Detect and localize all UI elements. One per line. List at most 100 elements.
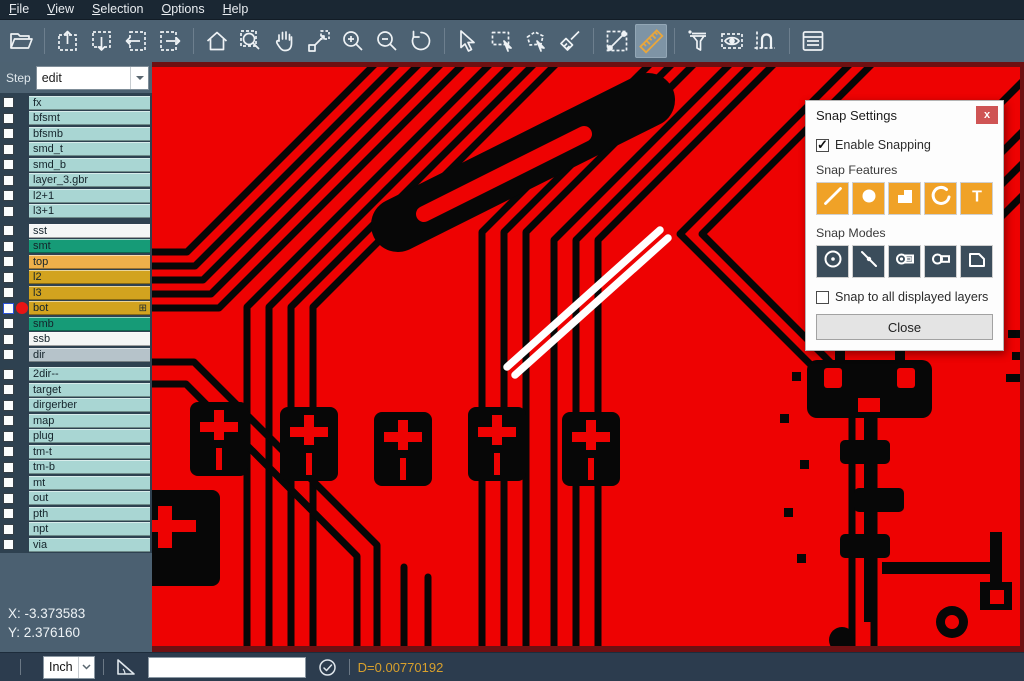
layer-visibility-checkbox[interactable] (3, 524, 14, 535)
layer-row[interactable]: smd_t ⊞ (0, 142, 152, 158)
layer-color-bar[interactable]: tm-t ⊞ (29, 445, 150, 459)
layer-visibility-checkbox[interactable] (3, 446, 14, 457)
layer-visibility-checkbox[interactable] (3, 225, 14, 236)
filter-button[interactable] (682, 24, 714, 58)
layer-row[interactable]: 2dir-- ⊞ (0, 367, 152, 383)
layer-row[interactable]: mt ⊞ (0, 475, 152, 491)
layer-visibility-checkbox[interactable] (3, 241, 14, 252)
import-file-button[interactable] (52, 24, 84, 58)
layer-row[interactable]: via ⊞ (0, 537, 152, 553)
layer-visibility-checkbox[interactable] (3, 256, 14, 267)
menu-help[interactable]: Help (214, 0, 258, 19)
ruler-button[interactable] (635, 24, 667, 58)
layer-color-bar[interactable]: mt ⊞ (29, 476, 150, 490)
move-right-button[interactable] (154, 24, 186, 58)
select-arrow-button[interactable] (452, 24, 484, 58)
layer-visibility-checkbox[interactable] (3, 334, 14, 345)
layer-color-bar[interactable]: top ⊞ (29, 255, 150, 269)
home-button[interactable] (201, 24, 233, 58)
layer-color-bar[interactable]: bfsmb ⊞ (29, 127, 150, 141)
measure-path-button[interactable] (750, 24, 782, 58)
move-left-button[interactable] (120, 24, 152, 58)
layer-color-bar[interactable]: 2dir-- ⊞ (29, 367, 150, 381)
layer-visibility-checkbox[interactable] (3, 128, 14, 139)
layer-visibility-checkbox[interactable] (3, 318, 14, 329)
layer-color-bar[interactable]: ssb ⊞ (29, 332, 150, 346)
layer-color-bar[interactable]: npt ⊞ (29, 522, 150, 536)
zoom-out-button[interactable] (371, 24, 403, 58)
snap-mode-center-button[interactable] (816, 245, 849, 278)
layer-row[interactable]: dir ⊞ (0, 347, 152, 363)
layer-color-bar[interactable]: l3 ⊞ (29, 286, 150, 300)
zoom-area-button[interactable] (235, 24, 267, 58)
layer-color-bar[interactable]: fx ⊞ (29, 96, 150, 110)
snap-feature-surface-button[interactable] (888, 182, 921, 215)
layer-color-bar[interactable]: out ⊞ (29, 491, 150, 505)
sync-check-icon[interactable] (318, 658, 337, 677)
measure-input[interactable] (148, 657, 306, 678)
layer-color-bar[interactable]: bfsmt ⊞ (29, 111, 150, 125)
transform-button[interactable] (303, 24, 335, 58)
layer-row[interactable]: l3 ⊞ (0, 285, 152, 301)
layer-color-bar[interactable]: tm-b ⊞ (29, 460, 150, 474)
unit-select[interactable]: Inch (43, 656, 95, 679)
export-file-button[interactable] (86, 24, 118, 58)
layer-row[interactable]: smd_b ⊞ (0, 157, 152, 173)
step-select[interactable]: edit (36, 66, 149, 90)
layer-row[interactable]: sst ⊞ (0, 223, 152, 239)
layer-visibility-checkbox[interactable] (3, 539, 14, 550)
layer-visibility-checkbox[interactable] (3, 113, 14, 124)
dialog-titlebar[interactable]: Snap Settings x (806, 101, 1003, 128)
menu-view[interactable]: View (38, 0, 83, 19)
layer-color-bar[interactable]: l2 ⊞ (29, 270, 150, 284)
layer-row[interactable]: ssb ⊞ (0, 332, 152, 348)
layer-color-bar[interactable]: bot ⊞ (29, 301, 150, 315)
layer-row[interactable]: smb ⊞ (0, 316, 152, 332)
layer-row[interactable]: fx ⊞ (0, 95, 152, 111)
layer-visibility-checkbox[interactable] (3, 175, 14, 186)
snap-mode-pad-slot-button[interactable] (888, 245, 921, 278)
rect-select-button[interactable] (486, 24, 518, 58)
layer-visibility-checkbox[interactable] (3, 462, 14, 473)
layer-visibility-checkbox[interactable] (3, 97, 14, 108)
layer-visibility-checkbox[interactable] (3, 400, 14, 411)
layer-color-bar[interactable]: l3+1 ⊞ (29, 204, 150, 218)
view-area-button[interactable] (716, 24, 748, 58)
layer-color-bar[interactable]: dirgerber ⊞ (29, 398, 150, 412)
layer-row[interactable]: smt ⊞ (0, 239, 152, 255)
layer-row[interactable]: pth ⊞ (0, 506, 152, 522)
layer-visibility-checkbox[interactable] (3, 415, 14, 426)
layer-color-bar[interactable]: plug ⊞ (29, 429, 150, 443)
layer-color-bar[interactable]: smb ⊞ (29, 317, 150, 331)
layer-row[interactable]: map ⊞ (0, 413, 152, 429)
layer-color-bar[interactable]: pth ⊞ (29, 507, 150, 521)
layer-row[interactable]: bot ⊞ (0, 301, 152, 317)
menu-selection[interactable]: Selection (83, 0, 152, 19)
layer-visibility-checkbox[interactable] (3, 349, 14, 360)
layer-visibility-checkbox[interactable] (3, 431, 14, 442)
report-button[interactable] (797, 24, 829, 58)
snap-feature-circle-button[interactable] (852, 182, 885, 215)
layer-row[interactable]: l2 ⊞ (0, 270, 152, 286)
zoom-previous-button[interactable] (405, 24, 437, 58)
layer-row[interactable]: tm-b ⊞ (0, 460, 152, 476)
enable-snapping-row[interactable]: Enable Snapping (816, 138, 993, 152)
layer-row[interactable]: out ⊞ (0, 491, 152, 507)
layer-visibility-checkbox[interactable] (3, 508, 14, 519)
snap-mode-midpoint-button[interactable] (852, 245, 885, 278)
layer-color-bar[interactable]: map ⊞ (29, 414, 150, 428)
layer-visibility-checkbox[interactable] (3, 190, 14, 201)
layer-visibility-checkbox[interactable] (3, 206, 14, 217)
layer-visibility-checkbox[interactable] (3, 384, 14, 395)
measure-line-button[interactable] (601, 24, 633, 58)
layer-visibility-checkbox[interactable] (3, 159, 14, 170)
layer-color-bar[interactable]: smd_t ⊞ (29, 142, 150, 156)
layer-color-bar[interactable]: sst ⊞ (29, 224, 150, 238)
layer-color-bar[interactable]: via ⊞ (29, 538, 150, 552)
layer-row[interactable]: dirgerber ⊞ (0, 398, 152, 414)
layer-color-bar[interactable]: target ⊞ (29, 383, 150, 397)
enable-snapping-checkbox[interactable] (816, 139, 829, 152)
pan-hand-button[interactable] (269, 24, 301, 58)
layer-row[interactable]: tm-t ⊞ (0, 444, 152, 460)
angle-measure-icon[interactable] (116, 658, 136, 676)
